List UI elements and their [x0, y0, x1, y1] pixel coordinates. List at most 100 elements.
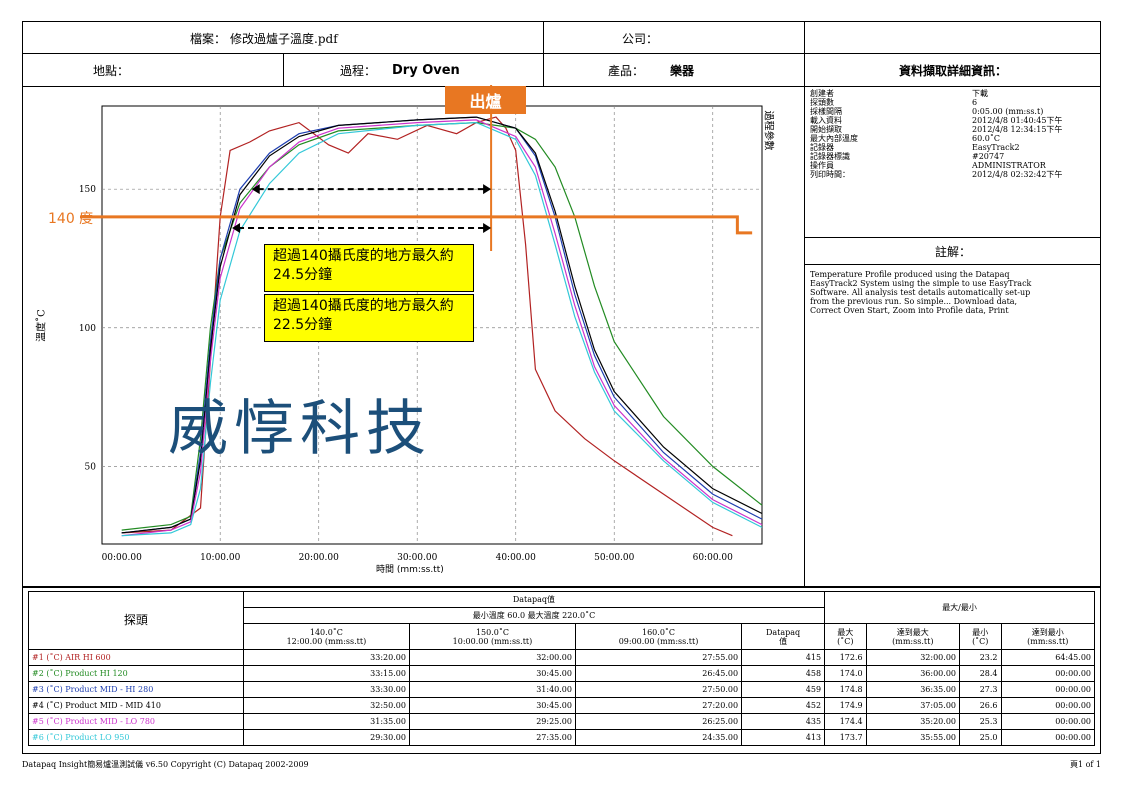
cell-min: 23.2	[959, 649, 1002, 666]
detail-row: 記錄器標識 #20747	[810, 152, 1095, 161]
y-tick-label: 50	[85, 462, 97, 472]
callout-22-5: 超過140攝氏度的地方最久約22.5分鐘	[264, 294, 474, 342]
col-datapaq-header: Datapaq 值	[741, 623, 826, 650]
cell-max: 174.0	[824, 665, 867, 682]
detail-row: 探頭數 6	[810, 98, 1095, 107]
cell-v140: 33:20.00	[242, 649, 410, 666]
callout-24-5: 超過140攝氏度的地方最久約24.5分鐘	[264, 244, 474, 292]
detail-row: 採樣間隔 0:05.00 (mm:ss.t)	[810, 107, 1095, 116]
cell-v160: 27:55.00	[574, 649, 743, 666]
company-label: 公司：	[622, 31, 659, 46]
detail-row: 載入資料 2012/4/8 01:40:45下午	[810, 116, 1095, 125]
cell-v150: 31:40.00	[408, 681, 576, 698]
details-list: 創建者 下載 探頭數 6 採樣間隔 0:05.00 (mm:ss.t) 載入資料 2012/4…	[810, 89, 1095, 179]
cell-tmin: 64:45.00	[1000, 649, 1096, 666]
detail-label: 記錄器	[810, 143, 834, 152]
cell-v140: 29:30.00	[242, 729, 410, 746]
y-axis-label: 溫度˚C	[36, 309, 48, 342]
cell-max: 174.4	[824, 713, 867, 730]
x-axis-label: 時間 (mm:ss.tt)	[376, 565, 444, 575]
cell-max: 174.8	[824, 681, 867, 698]
cell-v160: 27:20.00	[574, 697, 743, 714]
detail-label: 操作員	[810, 161, 834, 170]
cell-v140: 33:30.00	[242, 681, 410, 698]
detail-value: 2012/4/8 12:34:15下午	[972, 125, 1063, 134]
location-label: 地點：	[93, 63, 130, 78]
x-tick-label: 00:00.00	[102, 553, 143, 563]
col-max-header: 最大 (˚C)	[824, 623, 867, 650]
detail-value: 下載	[972, 89, 988, 98]
side-divider	[804, 237, 1101, 238]
cell-tmin: 00:00.00	[1000, 713, 1096, 730]
detail-row: 開始擷取 2012/4/8 12:34:15下午	[810, 125, 1095, 134]
detail-value: #20747	[972, 152, 1005, 161]
detail-row: 操作員 ADMINISTRATOR	[810, 161, 1095, 170]
cell-v150: 29:25.00	[408, 713, 576, 730]
maxmin-title: 最大/最小	[824, 591, 1095, 624]
detail-label: 創建者	[810, 89, 834, 98]
notes-text: Temperature Profile produced using the D…	[810, 270, 1032, 315]
table-row: #2 (˚C) Product HI 120 33:15.00 30:45.00 26…	[28, 665, 1096, 682]
col-min-header: 最小 (˚C)	[959, 623, 1002, 650]
table-row: #1 (˚C) AIR HI 600 33:20.00 32:00.00 27:55.…	[28, 649, 1096, 666]
col-150-header: 150.0˚C 10:00.00 (mm:ss.tt)	[408, 623, 576, 650]
cell-v140: 33:15.00	[242, 665, 410, 682]
x-tick-label: 60:00.00	[693, 553, 734, 563]
cell-v150: 32:00.00	[408, 649, 576, 666]
table-row: #3 (˚C) Product MID - HI 280 33:30.00 31:4…	[28, 681, 1096, 698]
detail-label: 採樣間隔	[810, 107, 842, 116]
detail-value: ADMINISTRATOR	[972, 161, 1046, 170]
cell-name: #4 (˚C) Product MID - MID 410	[28, 697, 244, 714]
cell-tmax: 35:20.00	[865, 713, 961, 730]
x-tick-label: 40:00.00	[496, 553, 537, 563]
file-value: 修改過爐子溫度.pdf	[230, 31, 338, 46]
detail-label: 列印時間：	[810, 170, 850, 179]
cell-tmax: 36:00.00	[865, 665, 961, 682]
table-row: #5 (˚C) Product MID - LO 780 31:35.00 29:2…	[28, 713, 1096, 730]
detail-value: 2012/4/8 02:32:42下午	[972, 170, 1063, 179]
cell-min: 26.6	[959, 697, 1002, 714]
detail-label: 記錄器標識	[810, 152, 850, 161]
detail-label: 探頭數	[810, 98, 834, 107]
col-tmax-header: 達到最大 (mm:ss.tt)	[865, 623, 961, 650]
cell-v150: 30:45.00	[408, 665, 576, 682]
cell-max: 172.6	[824, 649, 867, 666]
detail-label: 開始擷取	[810, 125, 842, 134]
cell-max: 173.7	[824, 729, 867, 746]
cell-tmax: 32:00.00	[865, 649, 961, 666]
right-vertical-label: 過程參數	[762, 110, 774, 151]
detail-row: 列印時間： 2012/4/8 02:32:42下午	[810, 170, 1095, 179]
table-row: #4 (˚C) Product MID - MID 410 32:50.00 30:…	[28, 697, 1096, 714]
cell-dq: 459	[741, 681, 826, 698]
cell-v160: 26:45.00	[574, 665, 743, 682]
process-label: 過程：	[340, 63, 377, 78]
cell-tmax: 36:35.00	[865, 681, 961, 698]
cell-dq: 452	[741, 697, 826, 714]
cell-tmax: 35:55.00	[865, 729, 961, 746]
cell-name: #3 (˚C) Product MID - HI 280	[28, 681, 244, 698]
notes-divider	[804, 264, 1101, 265]
detail-row: 記錄器 EasyTrack2	[810, 143, 1095, 152]
col-140-header: 140.0˚C 12:00.00 (mm:ss.tt)	[242, 623, 410, 650]
header-divider-row	[22, 53, 1101, 54]
watermark: 威惇科技	[168, 394, 432, 464]
cell-v150: 27:35.00	[408, 729, 576, 746]
product-label: 產品：	[608, 63, 645, 78]
cell-min: 25.0	[959, 729, 1002, 746]
cell-max: 174.9	[824, 697, 867, 714]
cell-min: 28.4	[959, 665, 1002, 682]
probe-header: 探頭	[28, 591, 244, 650]
x-tick-label: 50:00.00	[594, 553, 635, 563]
cell-v160: 26:25.00	[574, 713, 743, 730]
cell-dq: 458	[741, 665, 826, 682]
cell-tmin: 00:00.00	[1000, 697, 1096, 714]
process-value: Dry Oven	[392, 62, 460, 78]
detail-row: 創建者 下載	[810, 89, 1095, 98]
cell-v140: 32:50.00	[242, 697, 410, 714]
threshold-label: 140 度	[48, 211, 94, 227]
cell-min: 27.3	[959, 681, 1002, 698]
probe-data-table: 探頭 Datapaq值 最大/最小 最小溫度 60.0 最大溫度 220.0˚C…	[28, 591, 1096, 746]
notes-title: 註解：	[934, 244, 971, 259]
detail-value: 0:05.00 (mm:ss.t)	[972, 107, 1044, 116]
cell-name: #1 (˚C) AIR HI 600	[28, 649, 244, 666]
